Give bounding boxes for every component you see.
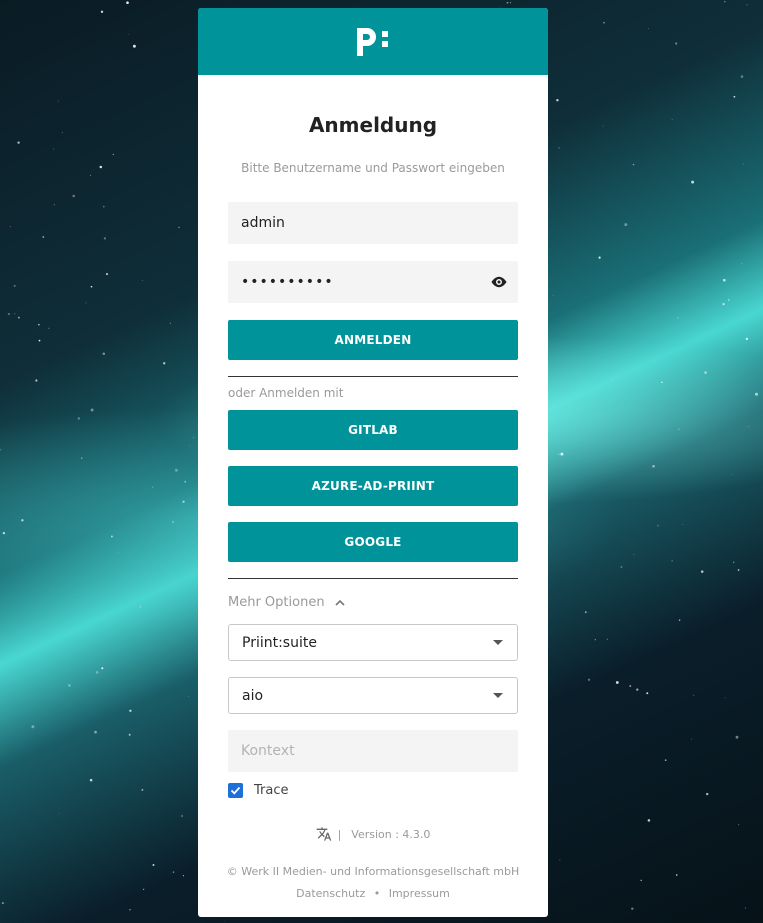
- login-card: Anmeldung Bitte Benutzername und Passwor…: [198, 8, 548, 917]
- more-options-label: Mehr Optionen: [228, 595, 325, 610]
- privacy-link[interactable]: Datenschutz: [296, 887, 365, 900]
- google-login-button[interactable]: GOOGLE: [228, 522, 518, 562]
- version-row: | Version : 4.3.0: [198, 826, 548, 842]
- context-placeholder: Kontext: [241, 743, 295, 759]
- azure-ad-login-button[interactable]: AZURE-AD-PRIINT: [228, 466, 518, 506]
- footer-dot: •: [373, 887, 381, 900]
- priint-logo-icon: [357, 27, 388, 56]
- password-value: ••••••••••: [241, 274, 334, 290]
- divider: [228, 578, 518, 579]
- version-separator: |: [337, 827, 342, 841]
- checkmark-icon: [230, 786, 241, 795]
- imprint-link[interactable]: Impressum: [389, 887, 450, 900]
- version-text: Version : 4.3.0: [351, 827, 431, 841]
- instance-select[interactable]: aio: [228, 677, 518, 714]
- login-subtitle: Bitte Benutzername und Passwort eingeben: [241, 161, 505, 175]
- divider: [228, 376, 518, 377]
- username-value: admin: [241, 215, 285, 231]
- sso-label: oder Anmelden mit: [228, 386, 344, 400]
- password-field[interactable]: ••••••••••: [228, 261, 518, 303]
- trace-label: Trace: [254, 783, 289, 798]
- page-title: Anmeldung: [308, 113, 438, 137]
- trace-option[interactable]: Trace: [228, 783, 289, 798]
- context-input[interactable]: Kontext: [228, 730, 518, 772]
- chevron-up-icon: [334, 599, 345, 606]
- card-header: [198, 8, 548, 75]
- instance-select-value: aio: [242, 687, 264, 704]
- footer-links: Datenschutz • Impressum: [198, 887, 548, 900]
- login-button[interactable]: ANMELDEN: [228, 320, 518, 360]
- gitlab-login-button[interactable]: GITLAB: [228, 410, 518, 450]
- trace-checkbox[interactable]: [228, 783, 243, 798]
- product-select[interactable]: Priint:suite: [228, 624, 518, 661]
- dropdown-arrow-icon: [493, 693, 503, 698]
- copyright-text: © Werk II Medien- und Informationsgesell…: [226, 865, 520, 878]
- eye-icon[interactable]: [490, 273, 508, 291]
- dropdown-arrow-icon: [493, 640, 503, 645]
- username-field[interactable]: admin: [228, 202, 518, 244]
- more-options-toggle[interactable]: Mehr Optionen: [228, 595, 347, 610]
- product-select-value: Priint:suite: [242, 634, 317, 651]
- translate-icon[interactable]: [316, 826, 332, 842]
